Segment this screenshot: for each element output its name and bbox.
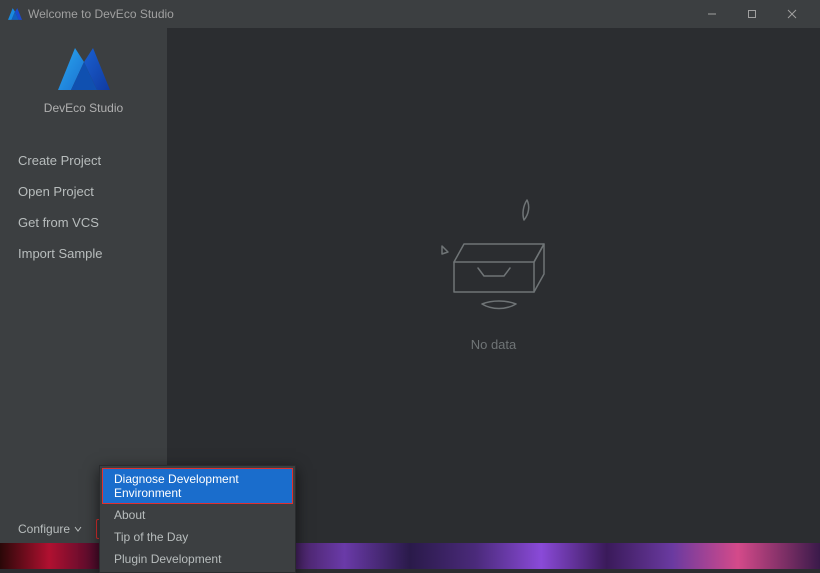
sidebar: DevEco Studio Create Project Open Projec… [0, 28, 167, 515]
minimize-button[interactable] [692, 0, 732, 28]
window-title: Welcome to DevEco Studio [28, 7, 692, 21]
chevron-down-icon [74, 522, 82, 536]
configure-label: Configure [18, 522, 70, 536]
help-menu: Diagnose Development Environment About T… [99, 465, 296, 573]
sidebar-item-create-project[interactable]: Create Project [18, 145, 167, 176]
logo-area: DevEco Studio [0, 28, 167, 145]
sidebar-nav: Create Project Open Project Get from VCS… [0, 145, 167, 269]
empty-inbox-icon [434, 192, 554, 327]
help-menu-item-plugin-dev[interactable]: Plugin Development [102, 548, 293, 570]
app-name: DevEco Studio [44, 101, 123, 115]
sidebar-item-open-project[interactable]: Open Project [18, 176, 167, 207]
no-data-label: No data [471, 337, 517, 352]
maximize-button[interactable] [732, 0, 772, 28]
help-menu-item-diagnose[interactable]: Diagnose Development Environment [102, 468, 293, 504]
close-button[interactable] [772, 0, 812, 28]
app-logo-small-icon [8, 7, 22, 21]
window-controls [692, 0, 812, 28]
sidebar-item-get-from-vcs[interactable]: Get from VCS [18, 207, 167, 238]
help-menu-item-tip-of-day[interactable]: Tip of the Day [102, 526, 293, 548]
help-menu-item-about[interactable]: About [102, 504, 293, 526]
titlebar: Welcome to DevEco Studio [0, 0, 820, 28]
configure-button[interactable]: Configure [18, 522, 82, 536]
content-area: No data [167, 28, 820, 515]
sidebar-item-import-sample[interactable]: Import Sample [18, 238, 167, 269]
app-logo-icon [58, 48, 110, 95]
